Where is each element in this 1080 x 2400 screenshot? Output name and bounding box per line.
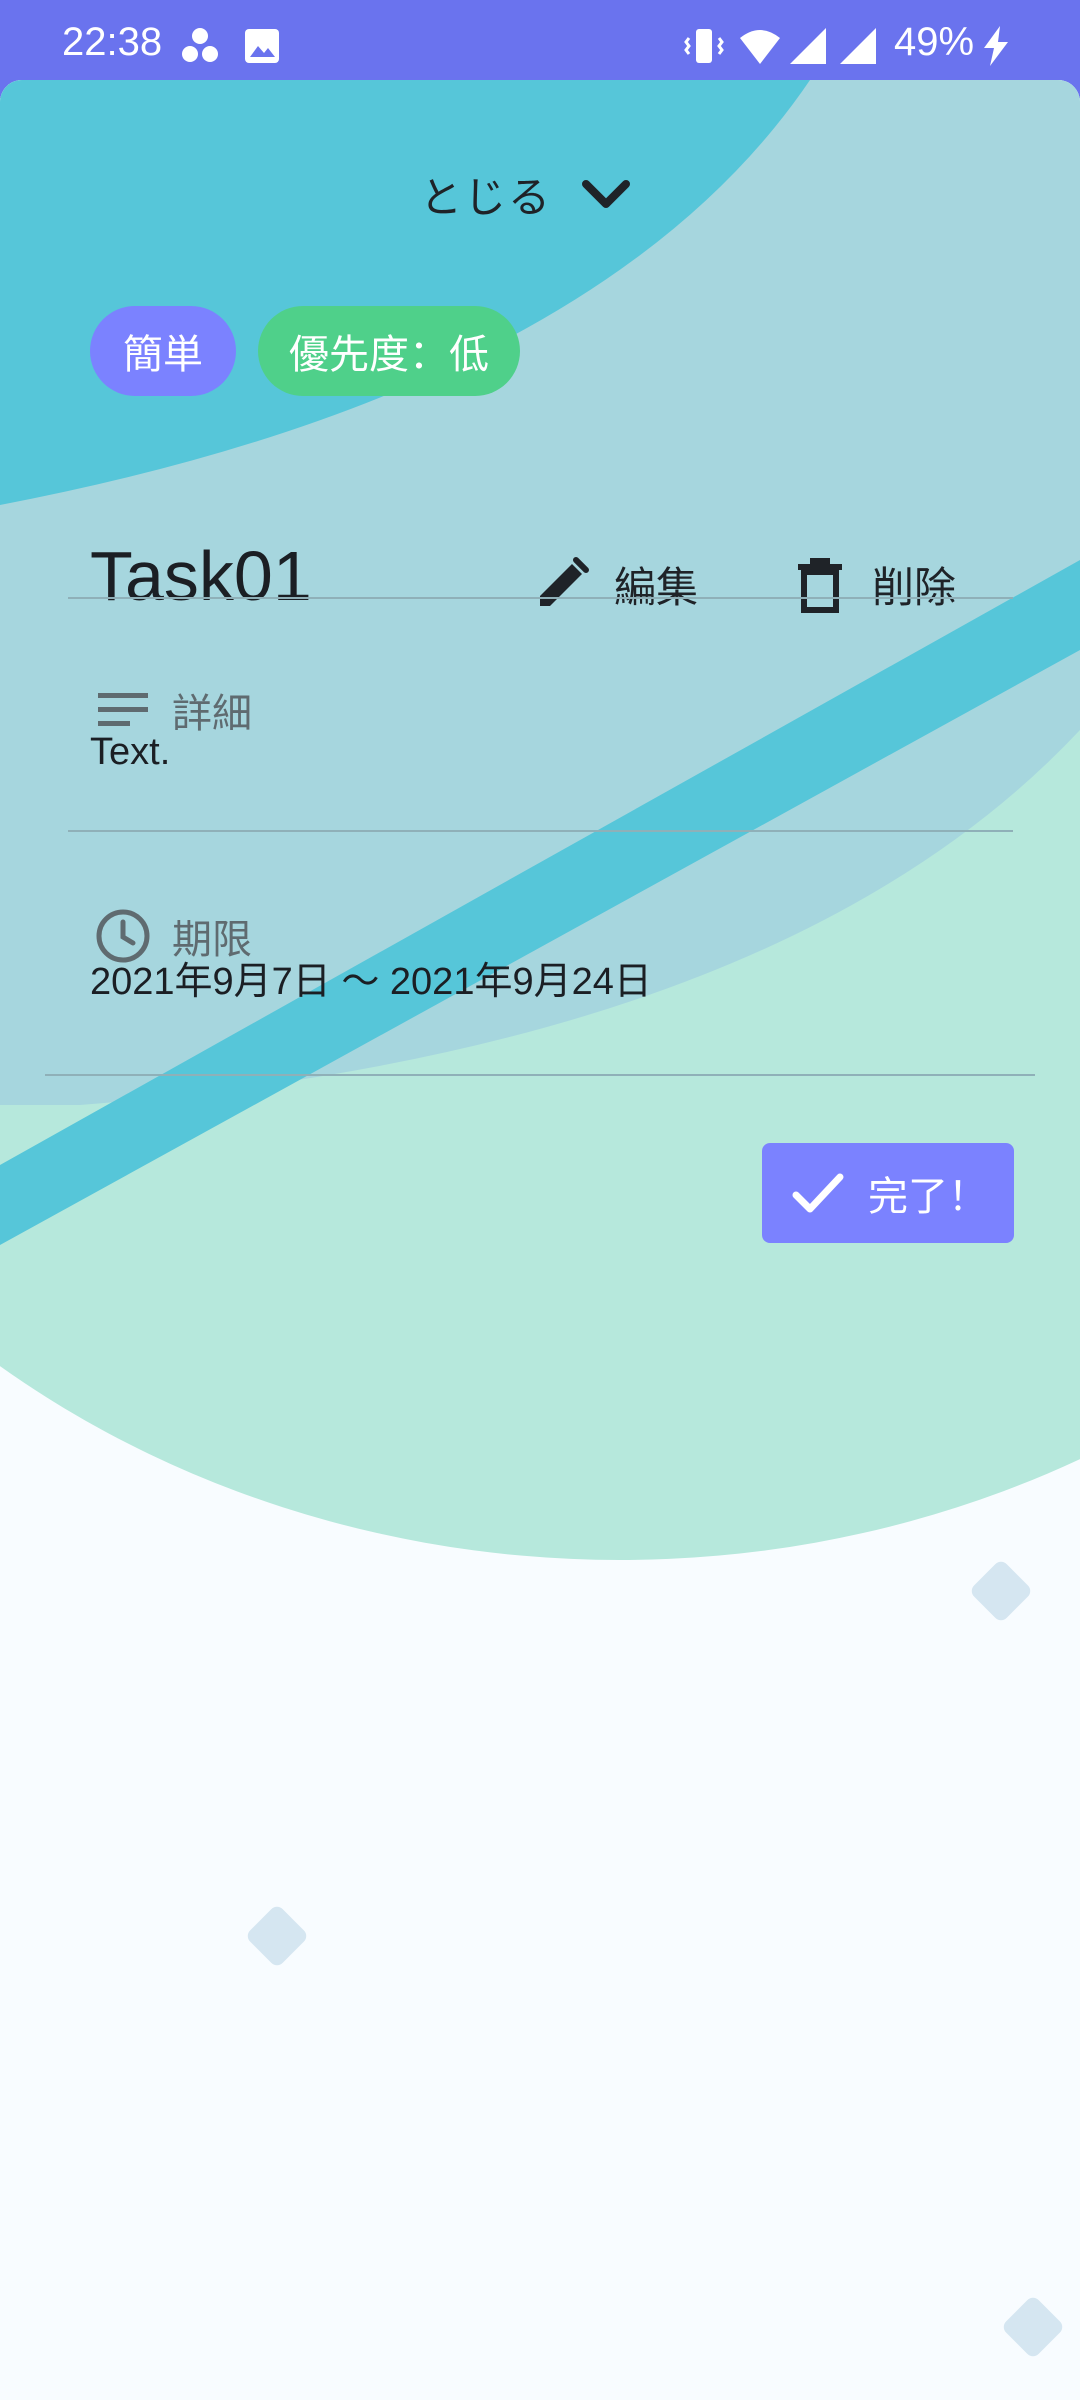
edit-label: 編集 bbox=[614, 562, 699, 612]
details-label: 詳細 bbox=[172, 691, 252, 737]
task-detail-sheet: とじる 簡単 優先度：低 Task01 編集 削除 詳細 Text. 期限 20… bbox=[0, 80, 1080, 2400]
pencil-icon bbox=[540, 557, 589, 606]
charging-icon bbox=[984, 26, 1008, 66]
priority-chip: 優先度：低 bbox=[258, 306, 520, 396]
close-button[interactable]: とじる bbox=[420, 158, 634, 230]
signal-icon bbox=[840, 28, 876, 64]
trash-icon bbox=[798, 558, 842, 613]
image-icon bbox=[245, 29, 279, 63]
signal-icon bbox=[790, 28, 826, 64]
divider bbox=[68, 830, 1013, 832]
edit-button[interactable]: 編集 bbox=[532, 542, 698, 626]
wifi-icon bbox=[740, 30, 780, 64]
chevron-down-icon bbox=[582, 180, 631, 208]
divider bbox=[68, 597, 1013, 599]
deadline-value: 2021年9月7日 〜 2021年9月24日 bbox=[90, 961, 652, 1003]
close-label: とじる bbox=[420, 172, 553, 222]
app-cluster-icon bbox=[182, 28, 218, 62]
delete-button[interactable]: 削除 bbox=[790, 542, 956, 626]
priority-label: 優先度：低 bbox=[289, 332, 489, 378]
details-text: Text. bbox=[90, 731, 171, 773]
status-bar: 22:38 49% bbox=[0, 0, 1080, 92]
difficulty-chip: 簡単 bbox=[90, 306, 236, 396]
battery-percent: 49% bbox=[894, 20, 975, 64]
divider bbox=[45, 1074, 1035, 1076]
task-title: Task01 bbox=[90, 537, 312, 615]
status-time: 22:38 bbox=[62, 20, 163, 64]
check-icon bbox=[792, 1173, 844, 1213]
difficulty-label: 簡単 bbox=[123, 332, 203, 378]
complete-button[interactable]: 完了！ bbox=[762, 1143, 1014, 1243]
complete-label: 完了！ bbox=[868, 1174, 988, 1220]
delete-label: 削除 bbox=[872, 562, 957, 612]
vibrate-icon bbox=[684, 29, 724, 63]
